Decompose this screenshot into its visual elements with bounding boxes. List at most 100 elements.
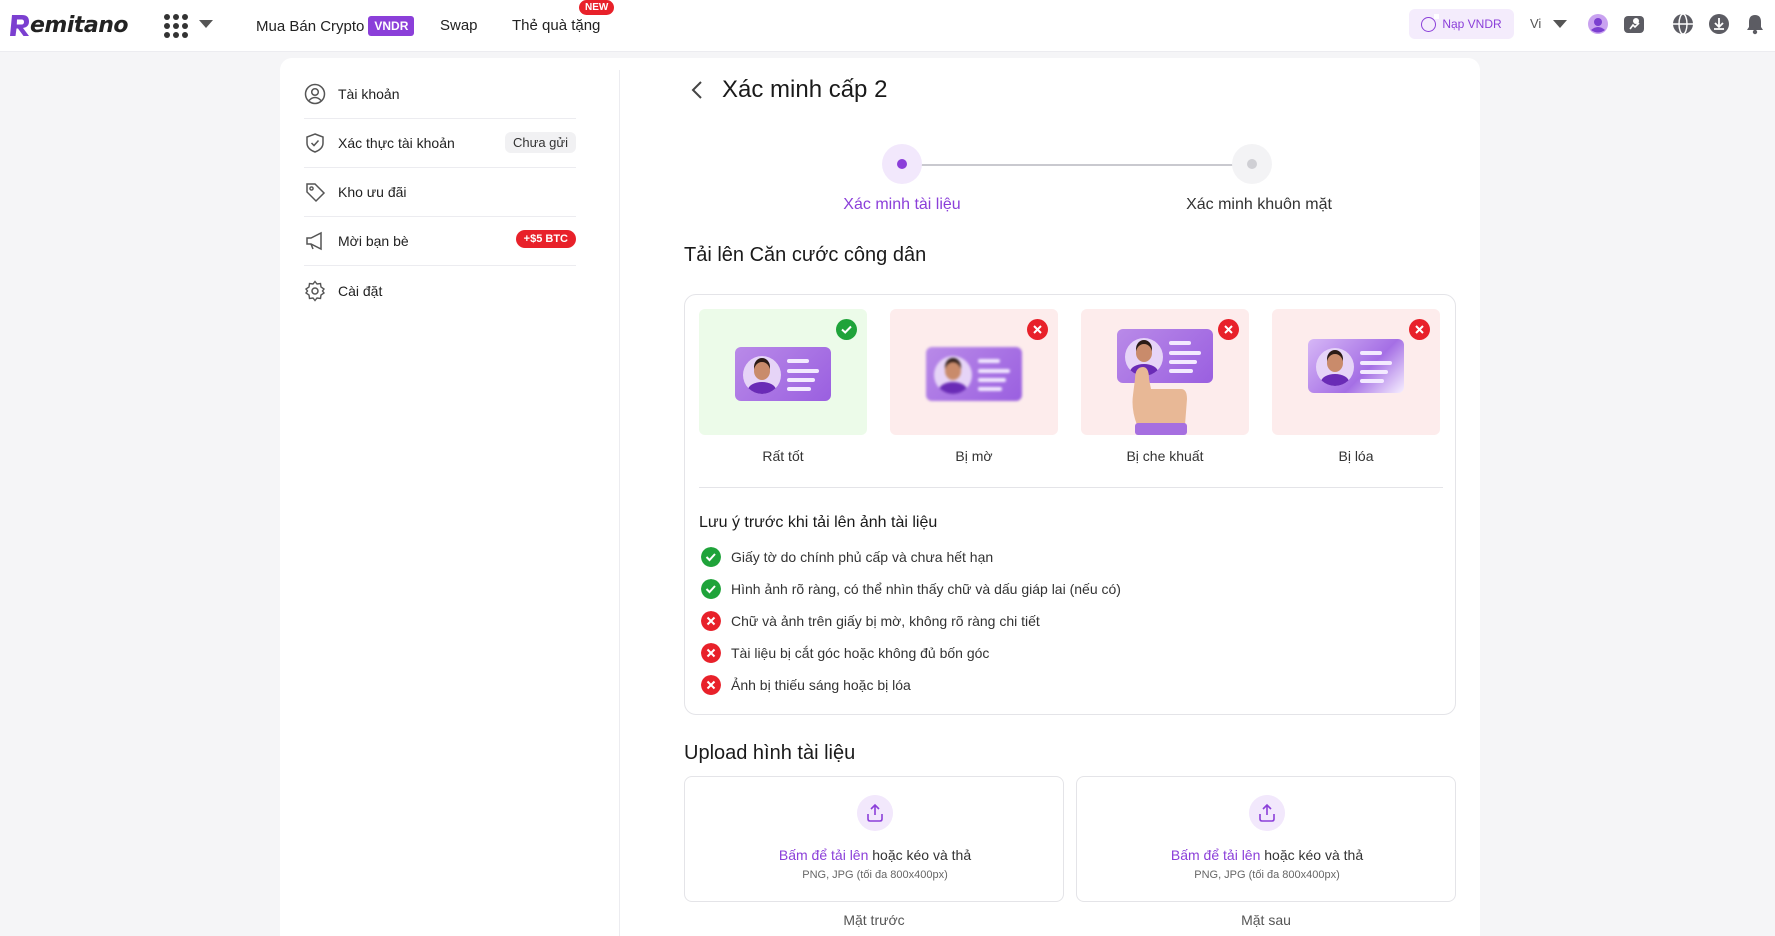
remitano-logo[interactable]: emitano	[8, 10, 129, 40]
sidebar-item-label: Kho ưu đãi	[338, 184, 407, 200]
chevron-down-icon[interactable]	[199, 20, 213, 28]
step-document-label: Xác minh tài liệu	[843, 196, 961, 213]
download-icon[interactable]	[1708, 13, 1730, 35]
page-title: Xác minh cấp 2	[722, 76, 888, 103]
note-text: Giấy tờ do chính phủ cấp và chưa hết hạn	[731, 549, 994, 565]
stepper-line	[902, 164, 1242, 166]
note-text: Chữ và ảnh trên giấy bị mờ, không rõ ràn…	[731, 613, 1040, 629]
cross-mark-icon	[1218, 319, 1239, 340]
sample-good-image	[699, 309, 867, 435]
cross-mark-icon	[1027, 319, 1048, 340]
avatar-icon[interactable]	[1587, 13, 1609, 35]
nav-buy-sell-crypto[interactable]: Mua Bán Crypto VNDR	[256, 16, 415, 37]
upload-format-hint: PNG, JPG (tối đa 800x400px)	[802, 869, 948, 881]
sidebar-item-account[interactable]: Tài khoản	[304, 70, 576, 119]
note-item: Ảnh bị thiếu sáng hoặc bị lóa	[701, 675, 911, 695]
front-side-label: Mặt trước	[843, 912, 905, 928]
shield-check-icon	[306, 133, 324, 153]
check-mark-icon	[836, 319, 857, 340]
sample-glare-image	[1272, 309, 1440, 435]
referral-reward-badge: +$5 BTC	[515, 230, 576, 248]
upload-instruction: Bấm để tải lên hoặc kéo và thả	[685, 847, 1065, 863]
step-face-dot	[1232, 144, 1272, 184]
back-side-label: Mặt sau	[1241, 912, 1291, 928]
sidebar-item-settings[interactable]: Cài đặt	[304, 266, 576, 315]
language-chevron-icon[interactable]	[1553, 20, 1567, 28]
id-card-illustration	[735, 347, 831, 401]
sample-covered-image	[1081, 309, 1249, 435]
note-text: Ảnh bị thiếu sáng hoặc bị lóa	[731, 677, 911, 693]
sidebar-item-label: Mời bạn bè	[338, 233, 409, 249]
gear-icon	[304, 279, 326, 302]
upload-link[interactable]: Bấm để tải lên	[779, 847, 869, 863]
sample-guide-box: Rất tốt Bị mờ Bị che khuất Bị lóa Lưu ý …	[684, 294, 1456, 715]
upload-icon	[1249, 795, 1285, 831]
upload-documents-title: Upload hình tài liệu	[684, 742, 856, 764]
sample-label: Bị lóa	[1338, 448, 1374, 464]
cross-circle-icon	[701, 675, 721, 695]
sidebar-item-label: Cài đặt	[338, 282, 383, 299]
vndr-badge: VNDR	[368, 16, 415, 36]
back-arrow-icon[interactable]	[684, 76, 712, 104]
cross-mark-icon	[1409, 319, 1430, 340]
nav-gift-card[interactable]: Thẻ quà tặng	[512, 16, 600, 36]
cross-circle-icon	[701, 643, 721, 663]
verification-stepper	[882, 144, 1272, 184]
note-item: Hình ảnh rõ ràng, có thể nhìn thấy chữ v…	[701, 579, 1121, 599]
deposit-vndr-button[interactable]: Nạp VNDR	[1409, 9, 1514, 39]
note-item: Tài liệu bị cắt góc hoặc không đủ bốn gó…	[701, 643, 989, 663]
note-text: Tài liệu bị cắt góc hoặc không đủ bốn gó…	[731, 645, 990, 661]
upload-id-title: Tải lên Căn cước công dân	[684, 244, 927, 266]
sample-label: Bị mờ	[955, 448, 993, 464]
step-document-dot	[882, 144, 922, 184]
sidebar-item-invite[interactable]: Mời bạn bè +$5 BTC	[304, 217, 576, 266]
upload-front-dropzone[interactable]: Bấm để tải lên hoặc kéo và thả PNG, JPG …	[684, 776, 1064, 902]
note-item: Chữ và ảnh trên giấy bị mờ, không rõ ràn…	[701, 611, 1040, 631]
upload-format-hint: PNG, JPG (tối đa 800x400px)	[1194, 869, 1340, 881]
megaphone-icon	[306, 231, 322, 251]
main-card: Tài khoản Xác thực tài khoản Chưa gửi Kh…	[280, 58, 1480, 936]
account-sidebar: Tài khoản Xác thực tài khoản Chưa gửi Kh…	[304, 70, 576, 315]
note-text: Hình ảnh rõ ràng, có thể nhìn thấy chữ v…	[731, 581, 1121, 597]
sidebar-item-verification[interactable]: Xác thực tài khoản Chưa gửi	[304, 119, 576, 168]
wallet-icon[interactable]	[1623, 13, 1645, 35]
bell-icon[interactable]	[1744, 13, 1766, 35]
id-card-illustration	[926, 347, 1022, 401]
verification-status-badge: Chưa gửi	[505, 132, 576, 153]
note-item: Giấy tờ do chính phủ cấp và chưa hết hạn	[701, 547, 993, 567]
nav-swap[interactable]: Swap	[440, 16, 478, 36]
top-navigation-bar: emitano Mua Bán Crypto VNDR Swap Thẻ quà …	[0, 0, 1775, 52]
sidebar-item-label: Xác thực tài khoản	[338, 135, 455, 151]
logo-r-icon	[10, 15, 29, 36]
check-circle-icon	[701, 547, 721, 567]
nav-buy-sell-label: Mua Bán Crypto	[256, 18, 365, 35]
check-circle-icon	[701, 579, 721, 599]
sample-label: Rất tốt	[762, 448, 804, 464]
sidebar-divider	[619, 70, 620, 936]
sidebar-item-offers[interactable]: Kho ưu đãi	[304, 168, 576, 217]
user-circle-icon	[304, 83, 326, 105]
deposit-label: Nạp VNDR	[1442, 17, 1502, 31]
step-face-label: Xác minh khuôn mặt	[1186, 196, 1332, 213]
sidebar-item-label: Tài khoản	[338, 86, 400, 102]
upload-instruction: Bấm để tải lên hoặc kéo và thả	[1077, 847, 1457, 863]
apps-grid-icon[interactable]	[164, 14, 188, 38]
samples-divider	[699, 487, 1443, 488]
new-badge: NEW	[579, 0, 615, 15]
deposit-icon	[1421, 13, 1440, 32]
sample-blurred-image	[890, 309, 1058, 435]
upload-link[interactable]: Bấm để tải lên	[1171, 847, 1261, 863]
upload-drag-text: hoặc kéo và thả	[868, 847, 972, 863]
upload-drag-text: hoặc kéo và thả	[1260, 847, 1364, 863]
sample-label: Bị che khuất	[1126, 448, 1204, 464]
covering-hand-icon	[1132, 367, 1187, 435]
upload-icon	[857, 795, 893, 831]
language-selector[interactable]: Vi	[1530, 16, 1541, 31]
notes-title: Lưu ý trước khi tải lên ảnh tài liệu	[699, 514, 938, 531]
tag-icon	[306, 183, 326, 203]
cross-circle-icon	[701, 611, 721, 631]
globe-icon[interactable]	[1672, 13, 1694, 35]
upload-back-dropzone[interactable]: Bấm để tải lên hoặc kéo và thả PNG, JPG …	[1076, 776, 1456, 902]
id-card-illustration	[1308, 339, 1404, 393]
logo-text: emitano	[30, 12, 129, 38]
